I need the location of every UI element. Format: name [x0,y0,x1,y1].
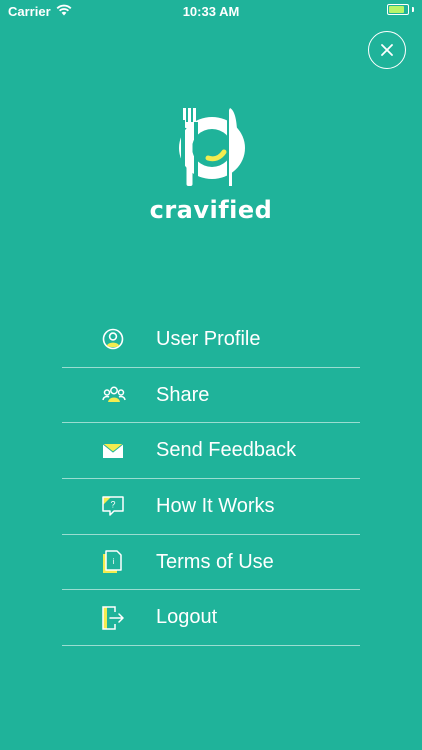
user-profile-icon [62,328,156,350]
menu-item-terms-of-use[interactable]: i Terms of Use [62,535,360,591]
menu-item-share[interactable]: Share [62,368,360,424]
menu-list: User Profile Share Send Feedback ? How I… [62,312,360,647]
svg-text:i: i [113,557,115,566]
menu-item-user-profile[interactable]: User Profile [62,312,360,368]
menu-item-label: Send Feedback [156,439,297,462]
brand-name: cravified [149,196,273,224]
share-icon [62,385,156,405]
menu-item-logout[interactable]: Logout [62,590,360,647]
battery-tip [412,7,414,12]
status-time: 10:33 AM [182,4,240,19]
battery-icon [387,4,409,15]
status-right [387,4,414,15]
menu-item-label: How It Works [156,494,275,517]
menu-item-how-it-works[interactable]: ? How It Works [62,479,360,535]
app-logo [172,108,252,188]
menu-item-label: User Profile [156,327,261,350]
document-icon: i [62,550,156,574]
menu-item-label: Share [156,383,210,406]
help-icon: ? [62,495,156,517]
menu-item-label: Logout [156,606,218,629]
envelope-icon [62,443,156,459]
close-icon [381,44,393,56]
status-bar: Carrier 10:33 AM [0,0,422,24]
close-button[interactable] [368,31,406,69]
svg-text:?: ? [110,500,115,510]
logout-icon [62,606,156,630]
battery-fill [389,6,405,13]
menu-item-label: Terms of Use [156,550,274,573]
menu-item-send-feedback[interactable]: Send Feedback [62,423,360,480]
